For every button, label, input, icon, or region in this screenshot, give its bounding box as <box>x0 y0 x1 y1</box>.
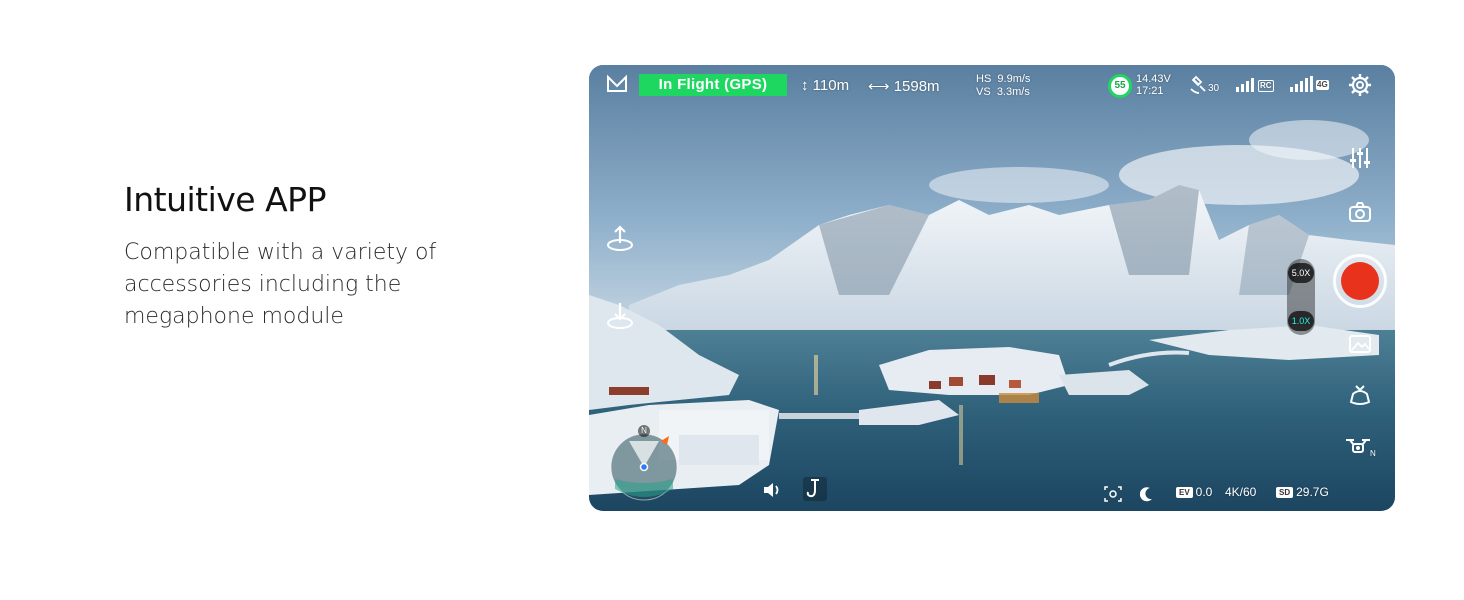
satellite-count: 30 <box>1208 83 1220 94</box>
compass-dial <box>610 433 678 501</box>
altitude-value: 110m <box>812 77 850 94</box>
brand-icon[interactable] <box>606 74 628 94</box>
drone-icon <box>1346 439 1370 453</box>
compass-north-label: N <box>638 425 650 437</box>
distance-icon: ⟷ <box>868 78 890 95</box>
compass-map[interactable]: N <box>607 425 681 501</box>
ev-label: EV <box>1176 487 1193 498</box>
battery-voltage: 14.43V <box>1136 73 1171 85</box>
speaker-icon[interactable] <box>761 479 783 501</box>
battery-indicator[interactable]: 55 <box>1108 74 1132 98</box>
cellular-signal-icon <box>1290 76 1313 92</box>
ev-readout[interactable]: EV 0.0 <box>1176 485 1212 499</box>
battery-details: 14.43V 17:21 <box>1136 73 1171 97</box>
land-icon[interactable] <box>605 301 635 331</box>
altitude-readout: ↕ 110m <box>801 77 849 94</box>
promo-line: Compatible with a variety of <box>124 240 437 265</box>
record-button[interactable] <box>1333 254 1387 308</box>
settings-icon[interactable] <box>1347 72 1373 98</box>
drone-mode[interactable]: N <box>1345 435 1377 463</box>
hs-value: 9.9m/s <box>997 73 1031 85</box>
distance-value: 1598m <box>893 78 940 95</box>
promo-block: Intuitive APP Compatible with a variety … <box>124 180 504 333</box>
vision-icon[interactable] <box>1104 486 1122 502</box>
satellite-icon <box>1190 75 1206 94</box>
zoom-control[interactable]: 5.0X 1.0X <box>1287 259 1315 335</box>
speed-readout: HS 9.9m/s VS 3.3m/s <box>976 73 1030 99</box>
sd-label: SD <box>1276 487 1294 498</box>
network-label: 4G <box>1316 80 1329 90</box>
altitude-icon: ↕ <box>801 77 809 94</box>
drone-mode-label: N <box>1370 449 1376 458</box>
promo-title: Intuitive APP <box>124 180 326 219</box>
horizontal-speed: HS 9.9m/s <box>976 73 1030 86</box>
sliders-icon[interactable] <box>1347 145 1373 171</box>
camera-switch-icon[interactable] <box>1347 199 1373 225</box>
gps-status[interactable]: 30 <box>1189 75 1223 95</box>
storage-value: 29.7G <box>1296 485 1329 499</box>
cellular-signal[interactable]: 4G <box>1289 75 1329 93</box>
gimbal-icon[interactable] <box>1347 382 1373 408</box>
promo-line: accessories including the <box>124 272 402 297</box>
record-indicator <box>1341 262 1379 300</box>
rc-label: RC <box>1258 80 1274 92</box>
promo-description: Compatible with a variety of accessories… <box>124 237 504 333</box>
vs-value: 3.3m/s <box>996 86 1030 98</box>
vertical-speed: VS 3.3m/s <box>976 86 1030 99</box>
flight-status-badge: In Flight (GPS) <box>639 74 787 96</box>
ev-value: 0.0 <box>1195 485 1213 499</box>
vs-label: VS <box>976 86 991 98</box>
storage-readout[interactable]: SD 29.7G <box>1276 485 1329 499</box>
resolution-readout[interactable]: 4K/60 <box>1225 485 1256 499</box>
distance-readout: ⟷ 1598m <box>868 77 940 95</box>
rc-signal[interactable]: RC <box>1235 75 1275 93</box>
zoom-5x-button[interactable]: 5.0X <box>1288 263 1314 283</box>
night-mode-icon[interactable] <box>1140 486 1154 502</box>
flight-time: 17:21 <box>1136 85 1164 97</box>
promo-line: megaphone module <box>124 304 344 329</box>
camera-feed <box>589 65 1395 511</box>
hs-label: HS <box>976 73 992 85</box>
takeoff-icon[interactable] <box>605 223 635 253</box>
app-screen: In Flight (GPS) ↕ 110m ⟷ 1598m HS 9.9m/s… <box>589 65 1395 511</box>
zoom-1x-button[interactable]: 1.0X <box>1288 311 1314 331</box>
rc-signal-icon <box>1236 78 1254 92</box>
gallery-icon[interactable] <box>1347 331 1373 357</box>
hook-icon[interactable] <box>803 477 827 501</box>
